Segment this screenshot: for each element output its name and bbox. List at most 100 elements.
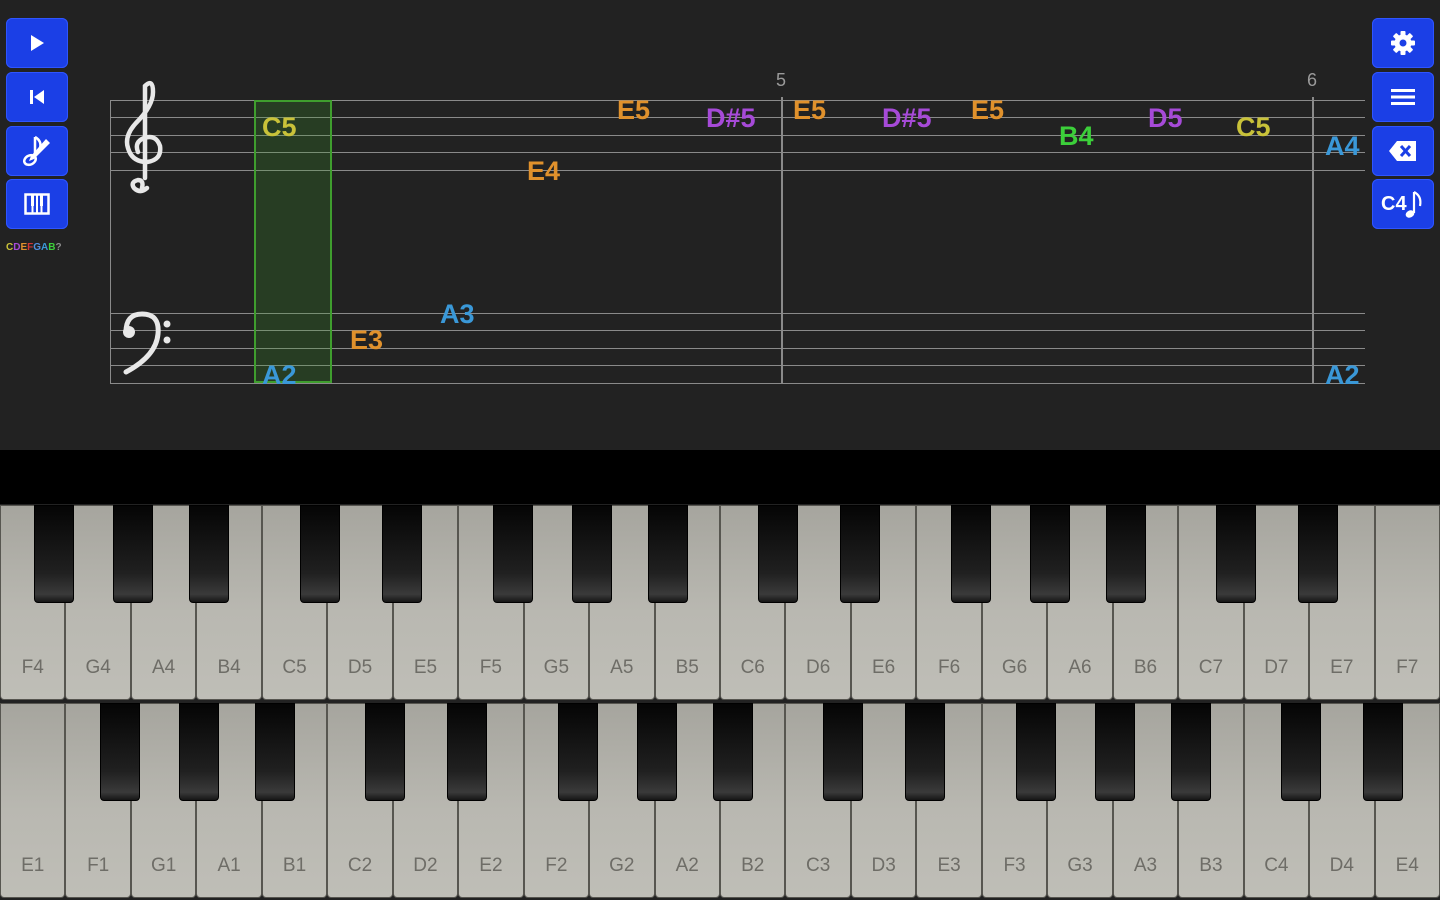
treble-note[interactable]: E5: [617, 97, 650, 124]
key-label: E1: [21, 855, 45, 876]
treble-note[interactable]: B4: [1059, 123, 1094, 150]
piano-icon: [24, 193, 50, 215]
black-key[interactable]: [1281, 703, 1321, 801]
legend-letter: ?: [55, 242, 62, 253]
list-icon: [1391, 89, 1415, 105]
treble-note[interactable]: D5: [1148, 105, 1183, 132]
legend-letter: C: [6, 242, 14, 253]
black-key[interactable]: [758, 505, 798, 603]
black-key[interactable]: [100, 703, 140, 801]
edit-note-button[interactable]: [6, 126, 68, 176]
black-key[interactable]: [1298, 505, 1338, 603]
treble-note[interactable]: A4: [1325, 133, 1360, 160]
key-label: A2: [675, 855, 699, 876]
key-label: A5: [610, 657, 634, 678]
black-key[interactable]: [1216, 505, 1256, 603]
key-label: C4: [1264, 855, 1289, 876]
legend-letter: G: [33, 242, 42, 253]
gear-icon: [1391, 31, 1415, 55]
black-key[interactable]: [255, 703, 295, 801]
c4-note-button[interactable]: C4: [1372, 179, 1434, 229]
black-key[interactable]: [189, 505, 229, 603]
settings-button[interactable]: [1372, 18, 1434, 68]
black-key[interactable]: [905, 703, 945, 801]
treble-note[interactable]: E4: [527, 158, 560, 185]
key-label: B5: [675, 657, 699, 678]
key-label: G4: [85, 657, 111, 678]
black-key[interactable]: [382, 505, 422, 603]
key-label: C6: [740, 657, 765, 678]
play-button[interactable]: [6, 18, 68, 68]
note-edit-icon: [22, 135, 50, 167]
treble-note[interactable]: E5: [971, 97, 1004, 124]
treble-note[interactable]: D#5: [706, 105, 756, 132]
white-key[interactable]: E1: [0, 703, 66, 898]
key-label: F7: [1396, 657, 1419, 678]
list-button[interactable]: [1372, 72, 1434, 122]
key-label: D2: [413, 855, 438, 876]
black-key[interactable]: [840, 505, 880, 603]
legend-letter: A: [41, 242, 49, 253]
key-label: G1: [150, 855, 177, 876]
black-key[interactable]: [300, 505, 340, 603]
black-key[interactable]: [179, 703, 219, 801]
key-label: E6: [872, 657, 896, 678]
rewind-button[interactable]: [6, 72, 68, 122]
black-key[interactable]: [648, 505, 688, 603]
keyboard-button[interactable]: [6, 179, 68, 229]
key-label: E3: [937, 855, 961, 876]
key-label: C2: [347, 855, 373, 876]
barline-5: [781, 97, 783, 384]
black-key[interactable]: [558, 703, 598, 801]
note-color-legend: CDEFGAB?: [6, 242, 62, 253]
black-key[interactable]: [1106, 505, 1146, 603]
black-key[interactable]: [1016, 703, 1056, 801]
key-label: A6: [1068, 657, 1092, 678]
key-label: G2: [609, 855, 635, 876]
black-key[interactable]: [951, 505, 991, 603]
bass-note[interactable]: A3: [440, 301, 475, 328]
key-label: B2: [741, 855, 765, 876]
skip-back-icon: [30, 90, 44, 104]
score-keyboard-divider: [0, 450, 1440, 504]
key-label: D6: [806, 657, 831, 678]
black-key[interactable]: [493, 505, 533, 603]
key-label: G6: [1001, 657, 1028, 678]
black-key[interactable]: [637, 703, 677, 801]
legend-letter: B: [48, 242, 56, 253]
key-label: C3: [806, 855, 831, 876]
black-key[interactable]: [1030, 505, 1070, 603]
c4-label: C4: [1381, 193, 1407, 215]
black-key[interactable]: [823, 703, 863, 801]
key-label: A3: [1133, 855, 1158, 876]
treble-note[interactable]: E5: [793, 97, 826, 124]
key-label: F3: [1003, 855, 1026, 876]
key-label: D5: [347, 657, 373, 678]
key-label: A4: [152, 657, 176, 678]
black-key[interactable]: [1095, 703, 1135, 801]
black-key[interactable]: [447, 703, 487, 801]
treble-note[interactable]: C5: [262, 114, 297, 141]
key-label: C7: [1198, 657, 1224, 678]
treble-note[interactable]: C5: [1236, 114, 1271, 141]
black-key[interactable]: [572, 505, 612, 603]
key-label: B6: [1133, 657, 1158, 678]
key-label: F1: [87, 855, 110, 876]
key-label: B3: [1199, 855, 1223, 876]
bass-note[interactable]: E3: [350, 327, 383, 354]
legend-letter: E: [20, 242, 28, 253]
black-key[interactable]: [113, 505, 153, 603]
key-label: B4: [217, 657, 241, 678]
treble-note[interactable]: D#5: [882, 105, 932, 132]
key-label: D3: [871, 855, 896, 876]
delete-button[interactable]: [1372, 126, 1434, 176]
bass-note[interactable]: A2: [262, 362, 297, 389]
white-key[interactable]: F7: [1374, 505, 1440, 700]
key-label: D7: [1264, 657, 1289, 678]
black-key[interactable]: [34, 505, 74, 603]
black-key[interactable]: [1363, 703, 1403, 801]
black-key[interactable]: [1171, 703, 1211, 801]
bass-note[interactable]: A2: [1325, 362, 1360, 389]
black-key[interactable]: [365, 703, 405, 801]
black-key[interactable]: [713, 703, 753, 801]
